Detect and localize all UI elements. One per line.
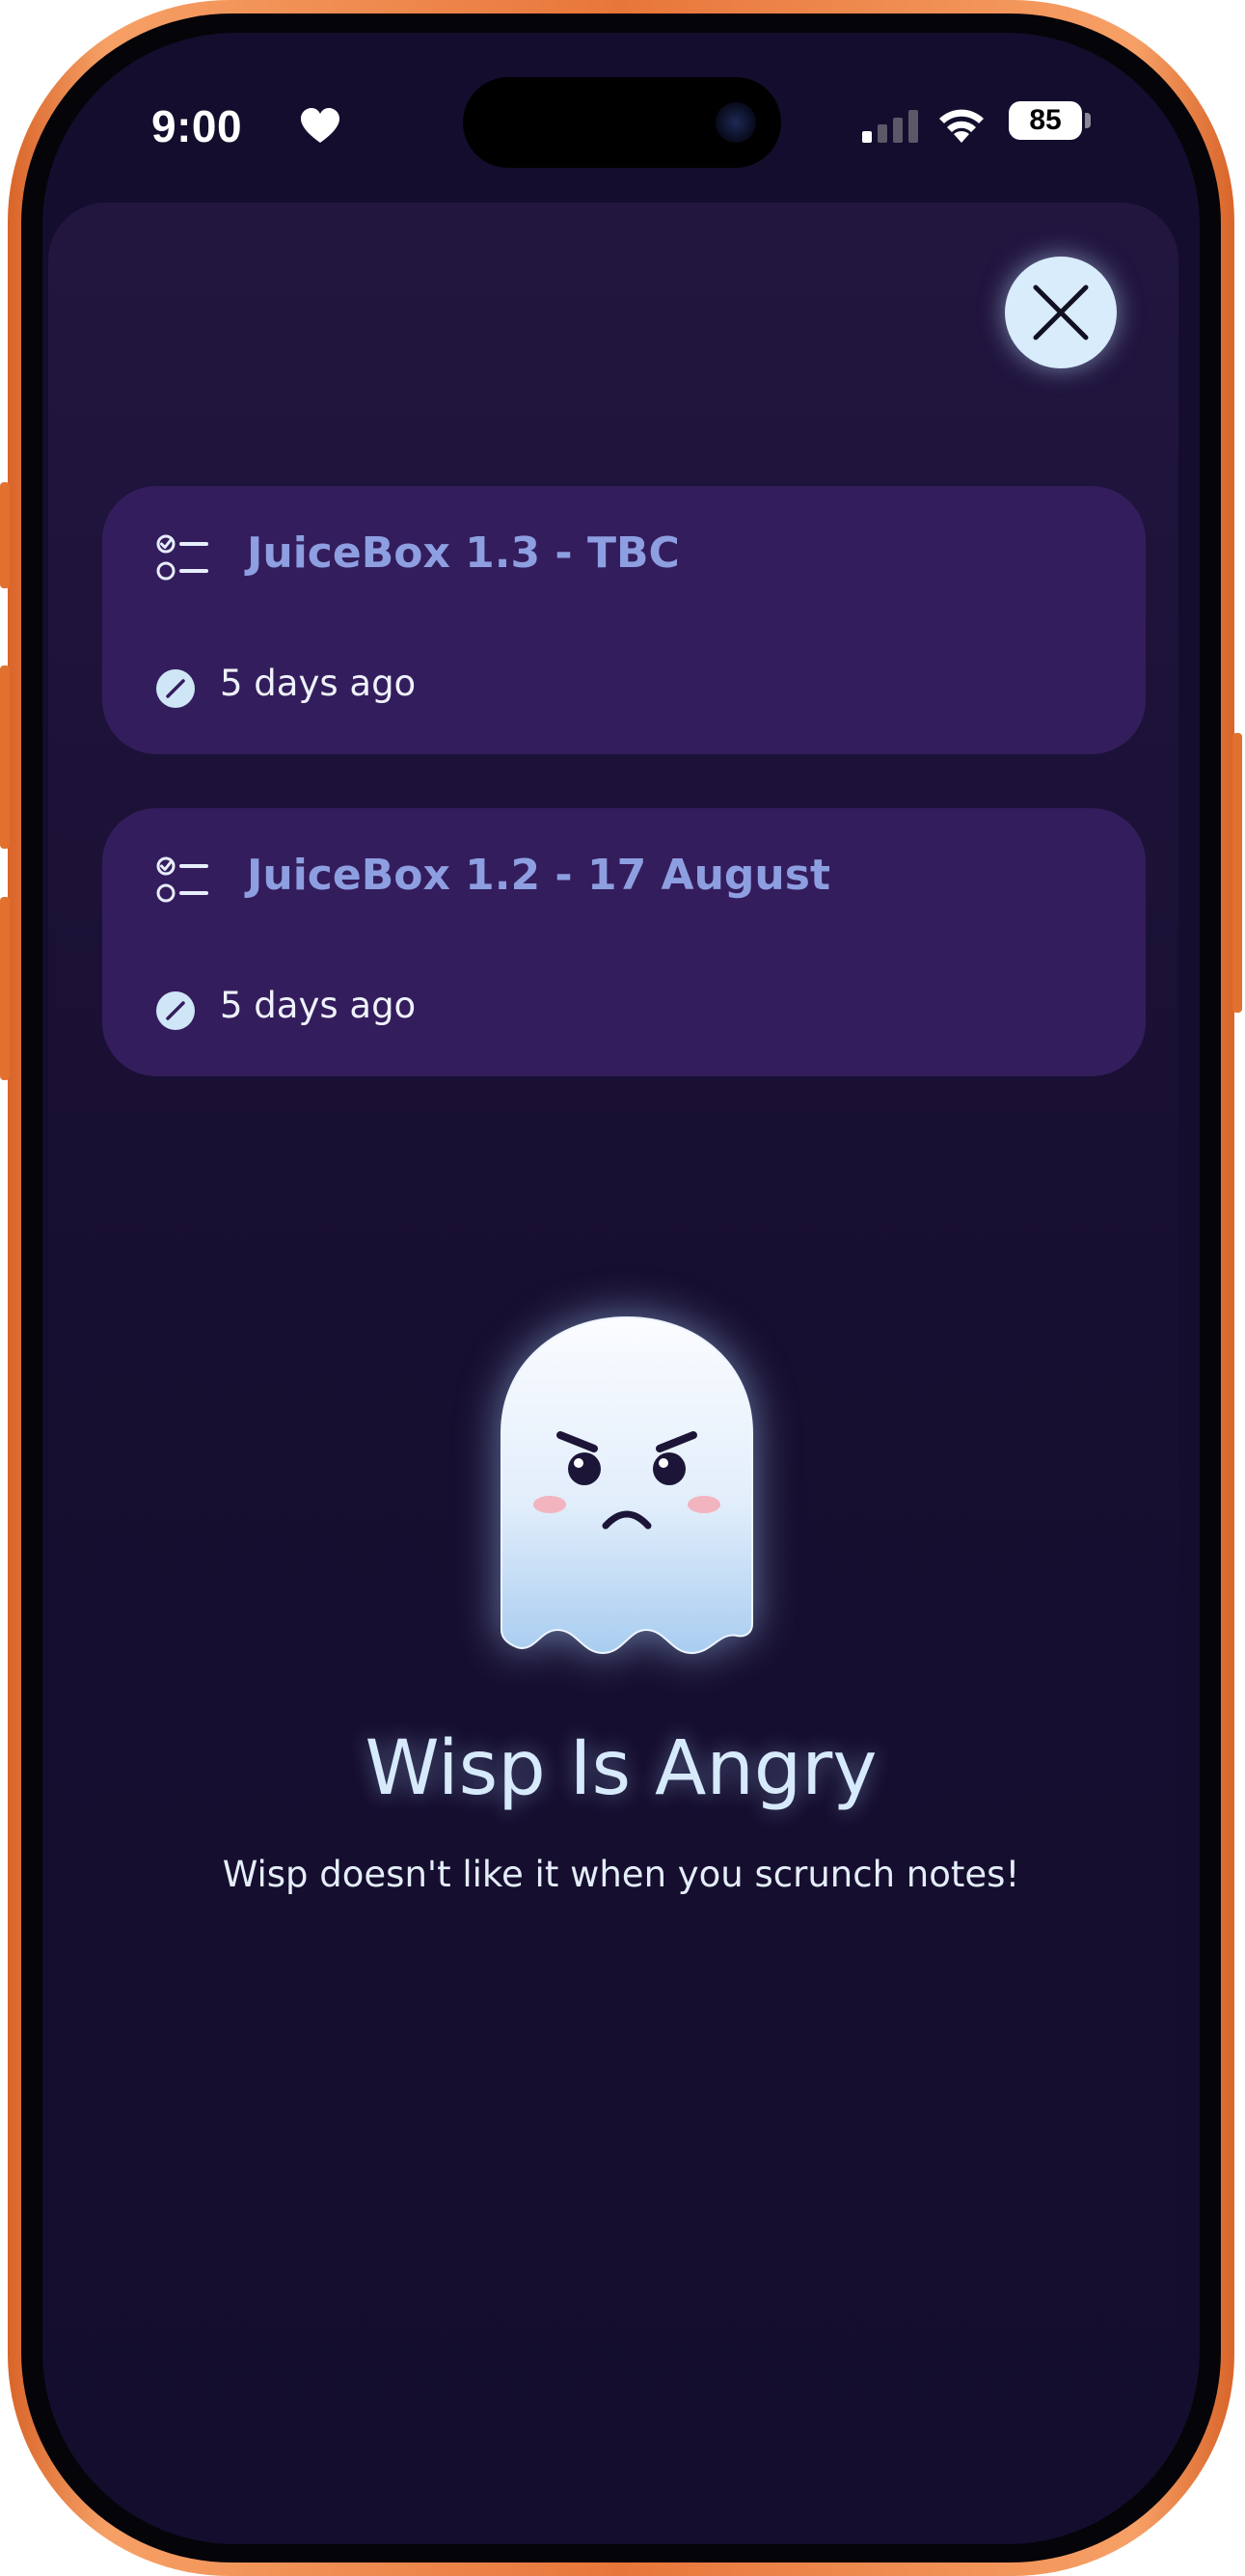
action-button: [0, 482, 10, 588]
empty-state-subtitle: Wisp doesn't like it when you scrunch no…: [222, 1854, 1020, 1895]
edit-pencil-icon: [156, 991, 195, 1030]
edit-pencil-icon: [156, 669, 195, 708]
dynamic-island: [463, 77, 781, 168]
note-edited-time: 5 days ago: [220, 985, 417, 1026]
close-icon: [1033, 285, 1089, 340]
note-edited-time: 5 days ago: [220, 663, 417, 704]
camera-lens: [716, 102, 756, 143]
note-card[interactable]: JuiceBox 1.3 - TBC 5 days ago: [102, 486, 1146, 754]
note-card[interactable]: JuiceBox 1.2 - 17 August 5 days ago: [102, 808, 1146, 1076]
note-title: JuiceBox 1.2 - 17 August: [247, 851, 830, 900]
close-button[interactable]: [1005, 257, 1117, 368]
power-button: [1232, 733, 1242, 1013]
checklist-icon: [156, 534, 208, 581]
volume-down-button: [0, 897, 10, 1080]
battery-icon: 85: [1009, 101, 1082, 140]
battery-tip: [1085, 113, 1091, 128]
status-time: 9:00: [151, 101, 243, 151]
empty-state-title: Wisp Is Angry: [365, 1725, 878, 1812]
wifi-icon: [939, 109, 984, 143]
volume-up-button: [0, 665, 10, 849]
angry-ghost-icon: [501, 1315, 753, 1655]
heart-icon: [301, 108, 339, 143]
checklist-icon: [156, 856, 208, 903]
note-title: JuiceBox 1.3 - TBC: [247, 529, 680, 578]
cellular-signal-icon: [862, 110, 918, 143]
screen: 9:00 85 JuiceBox 1.3 - TBC 5 days ago Ju…: [42, 33, 1200, 2544]
